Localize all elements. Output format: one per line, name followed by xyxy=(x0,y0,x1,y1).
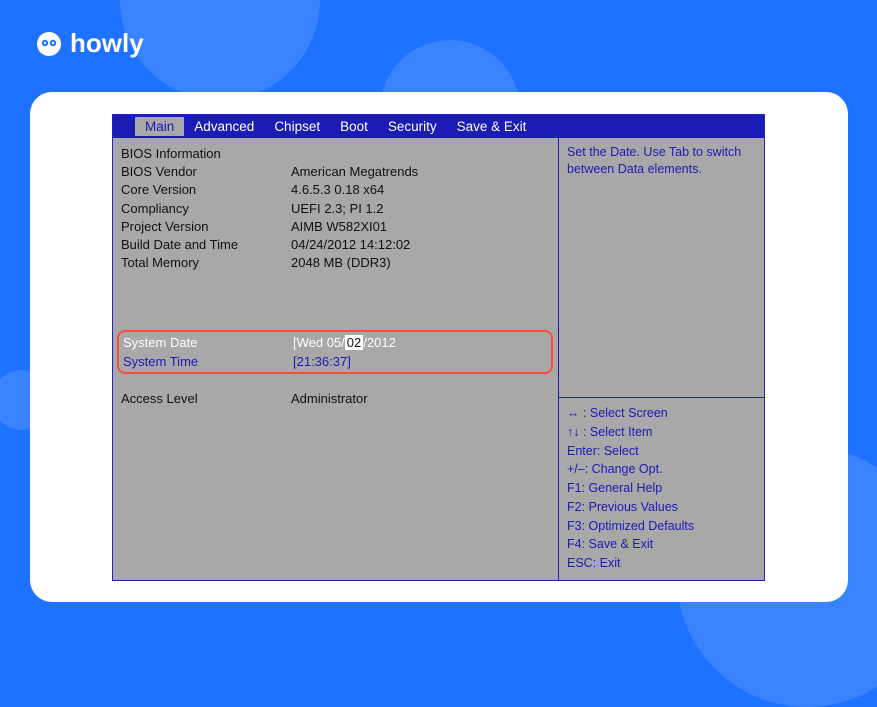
bios-info-heading: BIOS Information xyxy=(113,143,558,163)
owl-icon xyxy=(36,31,62,57)
context-help-text: Set the Date. Use Tab to switch between … xyxy=(559,138,764,398)
info-value: 4.6.5.3 0.18 x64 xyxy=(291,181,550,199)
legend-line: ↑↓ : Select Item xyxy=(567,423,756,442)
system-time-label: System Time xyxy=(123,353,293,371)
tab-save-exit[interactable]: Save & Exit xyxy=(447,117,537,136)
info-row: Core Version 4.6.5.3 0.18 x64 xyxy=(113,181,558,199)
legend-line: F3: Optimized Defaults xyxy=(567,517,756,536)
access-level-value: Administrator xyxy=(291,390,368,408)
content-card: Main Advanced Chipset Boot Security Save… xyxy=(30,92,848,602)
legend-line: Enter: Select xyxy=(567,442,756,461)
legend-line: F2: Previous Values xyxy=(567,498,756,517)
bios-main-panel: BIOS Information BIOS Vendor American Me… xyxy=(113,138,559,580)
info-label: Build Date and Time xyxy=(121,236,291,254)
access-level-label: Access Level xyxy=(121,390,291,408)
info-row: BIOS Vendor American Megatrends xyxy=(113,163,558,181)
legend-line: F1: General Help xyxy=(567,479,756,498)
info-value: 2048 MB (DDR3) xyxy=(291,254,550,272)
brand-text: howly xyxy=(70,28,144,59)
info-value: American Megatrends xyxy=(291,163,550,181)
info-value: AIMB W582XI01 xyxy=(291,218,550,236)
info-row: Project Version AIMB W582XI01 xyxy=(113,218,558,236)
info-label: BIOS Vendor xyxy=(121,163,291,181)
bios-setup-window: Main Advanced Chipset Boot Security Save… xyxy=(112,114,765,581)
date-day-field[interactable]: 02 xyxy=(345,335,363,350)
info-row: Total Memory 2048 MB (DDR3) xyxy=(113,254,558,272)
key-legend: ↔ : Select Screen ↑↓ : Select Item Enter… xyxy=(559,398,764,580)
legend-line: ↔ : Select Screen xyxy=(567,404,756,423)
tab-boot[interactable]: Boot xyxy=(330,117,378,136)
brand-logo: howly xyxy=(36,28,144,59)
bios-help-panel: Set the Date. Use Tab to switch between … xyxy=(559,138,764,580)
info-row: Compliancy UEFI 2.3; PI 1.2 xyxy=(113,200,558,218)
tab-security[interactable]: Security xyxy=(378,117,447,136)
tab-advanced[interactable]: Advanced xyxy=(184,117,264,136)
info-label: Core Version xyxy=(121,181,291,199)
system-date-label: System Date xyxy=(123,334,293,352)
highlight-annotation: System Date [Wed 05/02/2012 System Time … xyxy=(117,330,553,373)
access-level-row: Access Level Administrator xyxy=(113,390,558,408)
system-time-row[interactable]: System Time [21:36:37] xyxy=(122,353,548,371)
info-value: UEFI 2.3; PI 1.2 xyxy=(291,200,550,218)
info-label: Total Memory xyxy=(121,254,291,272)
legend-line: ESC: Exit xyxy=(567,554,756,573)
system-date-value[interactable]: [Wed 05/02/2012 xyxy=(293,334,547,352)
tab-chipset[interactable]: Chipset xyxy=(264,117,330,136)
legend-line: +/–: Change Opt. xyxy=(567,460,756,479)
system-time-value[interactable]: [21:36:37] xyxy=(293,353,547,371)
tab-main[interactable]: Main xyxy=(135,117,184,136)
system-date-row[interactable]: System Date [Wed 05/02/2012 xyxy=(122,334,548,352)
info-row: Build Date and Time 04/24/2012 14:12:02 xyxy=(113,236,558,254)
bg-blob xyxy=(120,0,320,100)
info-value: 04/24/2012 14:12:02 xyxy=(291,236,550,254)
legend-line: F4: Save & Exit xyxy=(567,535,756,554)
info-label: Project Version xyxy=(121,218,291,236)
info-label: Compliancy xyxy=(121,200,291,218)
bios-tab-bar: Main Advanced Chipset Boot Security Save… xyxy=(113,115,764,137)
